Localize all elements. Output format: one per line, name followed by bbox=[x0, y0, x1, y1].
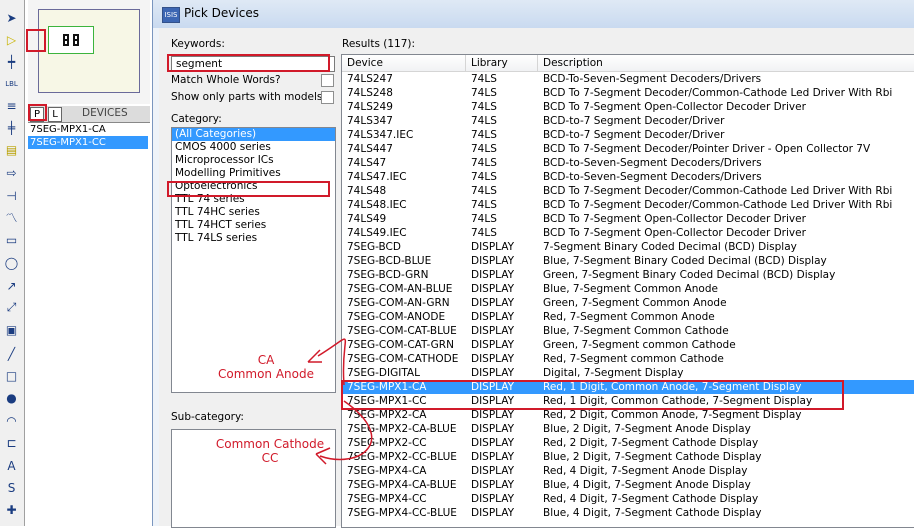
arrow-to-cc bbox=[319, 400, 373, 461]
annotation-arrows bbox=[307, 338, 373, 465]
arrow-head-cc bbox=[315, 447, 331, 465]
arrow-head-ca bbox=[307, 349, 322, 363]
arrow-to-ca bbox=[317, 338, 347, 386]
